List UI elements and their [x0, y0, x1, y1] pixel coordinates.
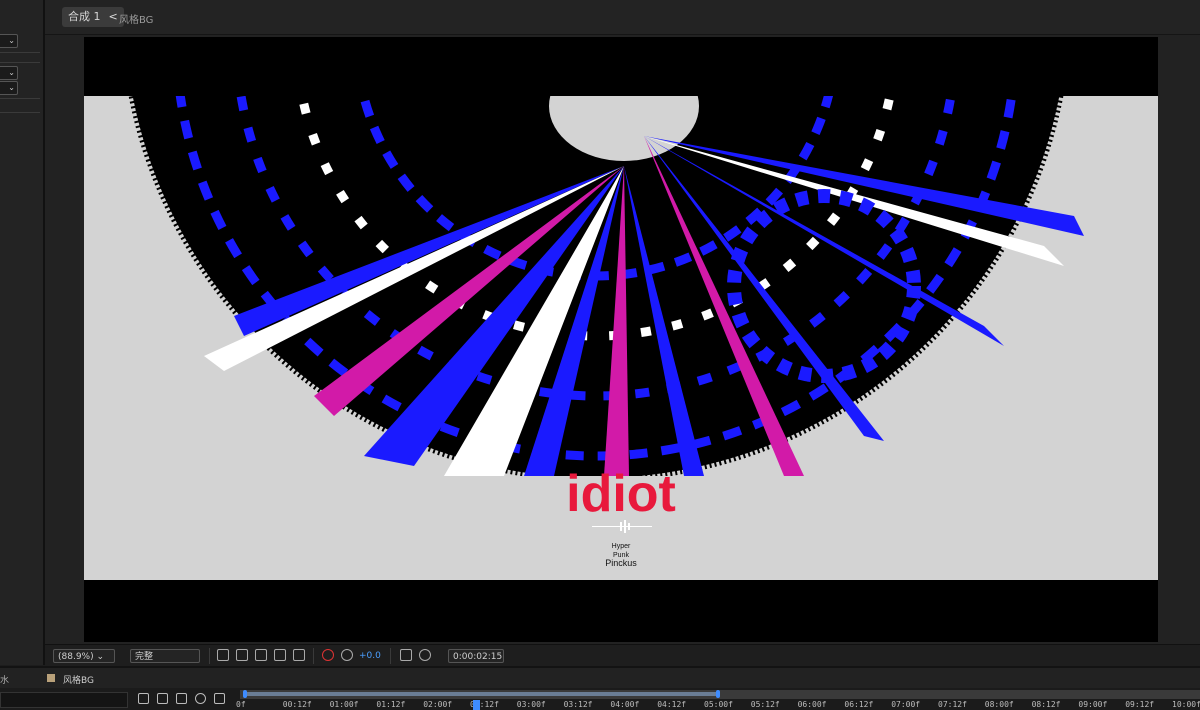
artwork-subtitle-1: Hyper — [612, 543, 631, 550]
viewer-toolbar: (88.9%) ⌄ 完整 +0.0 0:00:02:15 — [45, 644, 1200, 667]
side-label: 水 — [0, 676, 10, 686]
resolution-dropdown[interactable]: 完整 — [130, 649, 200, 663]
zoom-dropdown[interactable]: (88.9%) ⌄ — [53, 649, 115, 663]
ruler-tick-label: 09:00f — [1078, 700, 1108, 709]
ruler-tick-label: 06:00f — [797, 700, 827, 709]
ruler-tick-label: 05:00f — [704, 700, 733, 709]
zoom-value: (88.9%) — [58, 652, 94, 662]
tab-composition[interactable]: 合成 1 < — [62, 7, 124, 27]
divider — [313, 648, 314, 664]
ruler-tick-label: 07:00f — [891, 700, 921, 709]
transparency-grid-icon[interactable] — [236, 649, 248, 661]
show-snapshot-icon[interactable] — [419, 649, 431, 661]
exposure-value[interactable]: +0.0 — [359, 649, 381, 663]
divider — [0, 52, 40, 53]
playhead[interactable] — [473, 700, 480, 710]
left-dropdown-1[interactable]: ⌄ — [0, 34, 18, 48]
composition-header — [45, 0, 1200, 35]
artwork-title: idiot — [566, 465, 676, 523]
composition-canvas[interactable]: idiot Hyper Punk Pinckus — [84, 37, 1158, 642]
mask-icon[interactable] — [255, 649, 267, 661]
timecode-field[interactable]: 0:00:02:15 — [448, 649, 504, 663]
timecode-value: 0:00:02:15 — [453, 652, 503, 662]
ruler-tick-label: 05:12f — [750, 700, 780, 709]
ruler-tick-label: 00:12f — [282, 700, 312, 709]
divider — [390, 648, 391, 664]
artwork-artist: Pinckus — [605, 558, 637, 568]
resolution-value: 完整 — [135, 652, 154, 662]
color-channels-icon[interactable] — [322, 649, 334, 661]
ruler-tick-label: 08:00f — [984, 700, 1014, 709]
timeline-ruler: 0f 00:12f 01:00f 01:12f 02:00f 02:12f 03:00f 03… — [0, 688, 1200, 710]
snapshot-icon[interactable] — [400, 649, 412, 661]
exposure-reset-icon[interactable] — [341, 649, 353, 661]
divider — [0, 98, 40, 99]
ruler-tick-label: 03:12f — [563, 700, 593, 709]
timeline-header: 水 风格BG — [0, 666, 1200, 690]
chevron-left-icon[interactable]: < — [109, 10, 118, 23]
breadcrumb[interactable]: 风格BG — [119, 11, 153, 26]
ruler-tick-label: 02:00f — [423, 700, 453, 709]
chevron-down-icon: ⌄ — [8, 83, 15, 92]
comp-tab-label: 合成 1 — [68, 10, 101, 23]
ruler-tick-label: 01:12f — [376, 700, 406, 709]
ruler-tick-label: 01:00f — [329, 700, 359, 709]
layer-color-swatch[interactable] — [47, 674, 55, 682]
time-ruler[interactable]: 0f 00:12f 01:00f 01:12f 02:00f 02:12f 03:00f 03… — [0, 688, 1200, 710]
artwork: idiot Hyper Punk Pinckus — [84, 96, 1158, 580]
grid-icon[interactable] — [293, 649, 305, 661]
divider — [209, 648, 210, 664]
safe-frame-icon[interactable] — [274, 649, 286, 661]
ruler-tick-label: 10:00f — [1172, 700, 1200, 709]
region-icon[interactable] — [217, 649, 229, 661]
ruler-tick-label: 03:00f — [516, 700, 546, 709]
ruler-tick-label: 04:00f — [610, 700, 640, 709]
left-dropdown-2[interactable]: ⌄ — [0, 66, 18, 80]
ruler-tick-label: 06:12f — [844, 700, 874, 709]
ruler-tick-label: 09:12f — [1125, 700, 1155, 709]
divider — [0, 62, 40, 63]
ruler-tick-label: 04:12f — [657, 700, 687, 709]
layer-name[interactable]: 风格BG — [63, 673, 94, 686]
chevron-down-icon: ⌄ — [8, 36, 15, 45]
ruler-tick-label: 08:12f — [1031, 700, 1061, 709]
ruler-tick-label: 07:12f — [938, 700, 967, 709]
divider — [0, 112, 40, 113]
chevron-down-icon: ⌄ — [8, 68, 15, 77]
left-panel: ⌄ ⌄ ⌄ — [0, 0, 45, 665]
left-dropdown-3[interactable]: ⌄ — [0, 81, 18, 95]
ruler-tick-label: 0f — [236, 700, 246, 709]
